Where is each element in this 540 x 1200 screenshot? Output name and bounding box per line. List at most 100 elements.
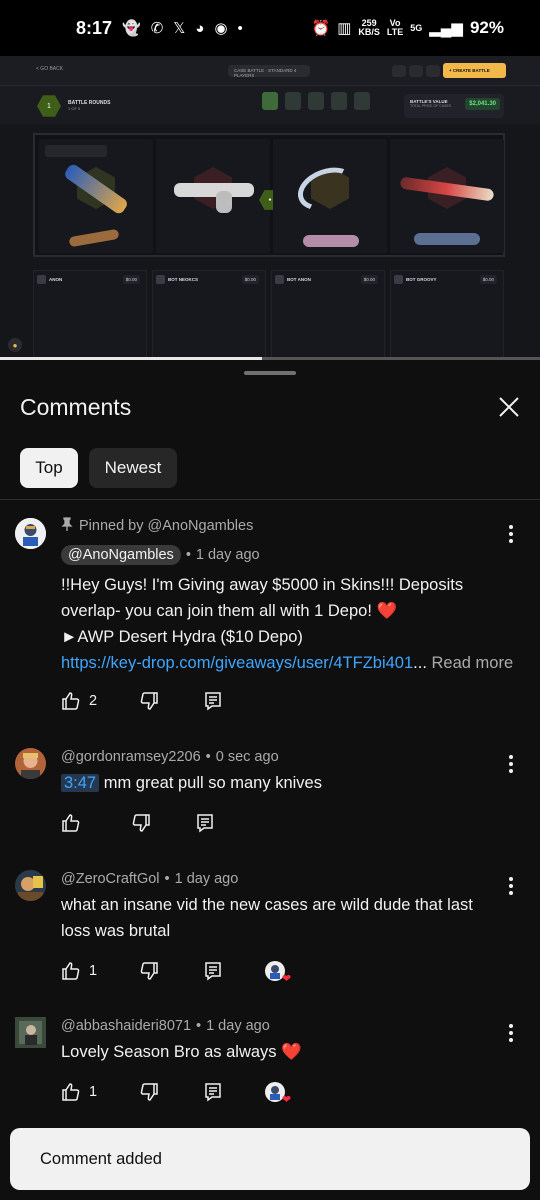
video-back-link: < GO BACK — [36, 66, 64, 72]
x-icon: 𝕏 — [173, 20, 186, 37]
snackbar-message: Comment added — [40, 1149, 162, 1168]
snapchat-icon: 👻 — [122, 20, 141, 37]
vibrate-icon: ▥ — [337, 20, 352, 37]
filter-top-chip[interactable]: Top — [20, 448, 78, 488]
video-battle-title: CASE BATTLE · STANDARD 4 PLAYERS — [228, 65, 310, 78]
net-speed: 259 KB/S — [358, 18, 380, 37]
video-case — [308, 92, 324, 110]
signal-icon: ▂▄▆ — [429, 20, 463, 37]
comment-text: Lovely Season Bro as always ❤️ — [61, 1043, 302, 1061]
thumbs-up-icon — [62, 814, 80, 832]
creator-heart-badge: ❤ — [265, 1082, 291, 1106]
filter-newest-chip[interactable]: Newest — [89, 448, 177, 488]
thumbs-down-icon — [140, 1083, 158, 1101]
creator-avatar: ❤ — [265, 961, 291, 985]
heart-icon: ❤ — [281, 1094, 292, 1106]
video-sound-icon — [392, 65, 406, 77]
divider — [0, 499, 540, 500]
timestamp-link[interactable]: 3:47 — [61, 774, 100, 792]
comment-link[interactable]: https://key-drop.com/giveaways/user/4TFZ… — [61, 654, 413, 672]
video-battle-value: BATTLE'S VALUE TOTAL PRICE OF CASES $2,0… — [404, 94, 504, 118]
comment-author[interactable]: @AnoNgambles — [61, 545, 181, 565]
thumbs-down-icon — [140, 962, 158, 980]
video-chat-icon: ● — [8, 338, 22, 352]
video-player[interactable]: < GO BACK CASE BATTLE · STANDARD 4 PLAYE… — [0, 56, 540, 358]
video-player-card: BOT GROOVY $0.00 — [390, 270, 504, 358]
video-karambit-item — [291, 159, 363, 219]
video-slot — [390, 139, 504, 253]
drag-handle[interactable] — [244, 371, 296, 375]
video-player-card: ANON $0.00 — [33, 270, 147, 358]
video-case — [285, 92, 301, 110]
thumbs-down-icon — [140, 692, 158, 710]
battery-level: 92% — [469, 18, 504, 37]
like-button[interactable]: 1 — [61, 1082, 97, 1102]
network-type: 5G — [410, 22, 423, 33]
more-options-icon[interactable] — [506, 754, 516, 774]
video-players: ANON $0.00 BOT NEOKCS $0.00 BOT ANON $0.… — [33, 270, 505, 358]
whatsapp-icon: ✆ — [150, 20, 164, 37]
thumbs-up-icon — [62, 962, 80, 980]
video-pistol-item — [174, 183, 254, 197]
pin-icon — [61, 517, 73, 535]
avatar[interactable] — [15, 518, 46, 549]
avatar[interactable] — [15, 1017, 46, 1048]
dislike-button[interactable] — [139, 961, 159, 981]
reply-icon — [205, 692, 221, 711]
like-button[interactable]: 2 — [61, 691, 97, 711]
reply-button[interactable] — [195, 813, 215, 833]
like-count: 1 — [89, 963, 98, 979]
creator-heart-badge: ❤ — [265, 961, 291, 985]
read-more-link[interactable]: Read more — [432, 654, 514, 672]
more-options-icon[interactable] — [506, 1023, 516, 1043]
video-battle-header: < GO BACK CASE BATTLE · STANDARD 4 PLAYE… — [0, 56, 540, 86]
status-bar: 8:17 👻 ✆ 𝕏 ◕ ◉ • ⏰ ▥ 259 KB/S Vo LTE 5G … — [0, 0, 540, 56]
comments-sheet: Comments Top Newest Pinned by @AnoNgambl… — [0, 360, 540, 1200]
reply-button[interactable] — [203, 1082, 223, 1102]
dislike-button[interactable] — [139, 691, 159, 711]
comment-author[interactable]: @ZeroCraftGol — [61, 871, 160, 887]
snackbar-toast: Comment added — [10, 1128, 530, 1190]
video-player-card: BOT NEOKCS $0.00 — [152, 270, 266, 358]
more-options-icon[interactable] — [506, 524, 516, 544]
video-rounds-bar: 1 BATTLE ROUNDS 1 OF 5 BATTLE'S VALUE TO… — [0, 86, 540, 124]
like-button[interactable] — [61, 813, 89, 833]
video-rounds-label: BATTLE ROUNDS 1 OF 5 — [68, 100, 111, 111]
thumbs-up-icon — [62, 692, 80, 710]
thumbs-down-icon — [132, 814, 150, 832]
comment-time: 1 day ago — [174, 871, 239, 887]
app-icon: ◉ — [214, 20, 228, 37]
comment-author[interactable]: @gordonramsey2206 — [61, 749, 201, 765]
video-player-card: BOT ANON $0.00 — [271, 270, 385, 358]
heart-icon: ❤ — [281, 973, 292, 985]
avatar[interactable] — [15, 748, 46, 779]
video-slot — [156, 139, 270, 253]
status-dot: • — [237, 19, 243, 37]
alarm-icon: ⏰ — [311, 20, 331, 37]
volte-indicator: Vo LTE — [386, 18, 404, 37]
video-slot — [39, 139, 153, 253]
reply-button[interactable] — [203, 691, 223, 711]
avatar[interactable] — [15, 870, 46, 901]
comment-text: 3:47 mm great pull so many knives — [61, 770, 504, 796]
pinned-label: Pinned by @AnoNgambles — [79, 518, 254, 534]
video-fair-icon — [409, 65, 423, 77]
reply-icon — [205, 1083, 221, 1102]
comment-time: 1 day ago — [195, 547, 260, 563]
like-count: 2 — [89, 693, 98, 709]
dislike-button[interactable] — [139, 1082, 159, 1102]
comment-author[interactable]: @abbashaideri8071 — [61, 1018, 191, 1034]
reply-icon — [197, 814, 213, 833]
video-create-battle-button: + CREATE BATTLE — [443, 63, 506, 78]
thumbs-up-icon — [62, 1083, 80, 1101]
like-button[interactable]: 1 — [61, 961, 97, 981]
close-icon[interactable] — [494, 392, 524, 422]
comment-text: what an insane vid the new cases are wil… — [61, 896, 473, 940]
status-time: 8:17 — [76, 17, 113, 38]
video-battle-arena: ● — [33, 133, 505, 257]
reddit-icon: ◕ — [195, 19, 205, 37]
dislike-button[interactable] — [131, 813, 151, 833]
reply-button[interactable] — [203, 961, 223, 981]
video-round-number: 1 — [37, 95, 61, 117]
more-options-icon[interactable] — [506, 876, 516, 896]
